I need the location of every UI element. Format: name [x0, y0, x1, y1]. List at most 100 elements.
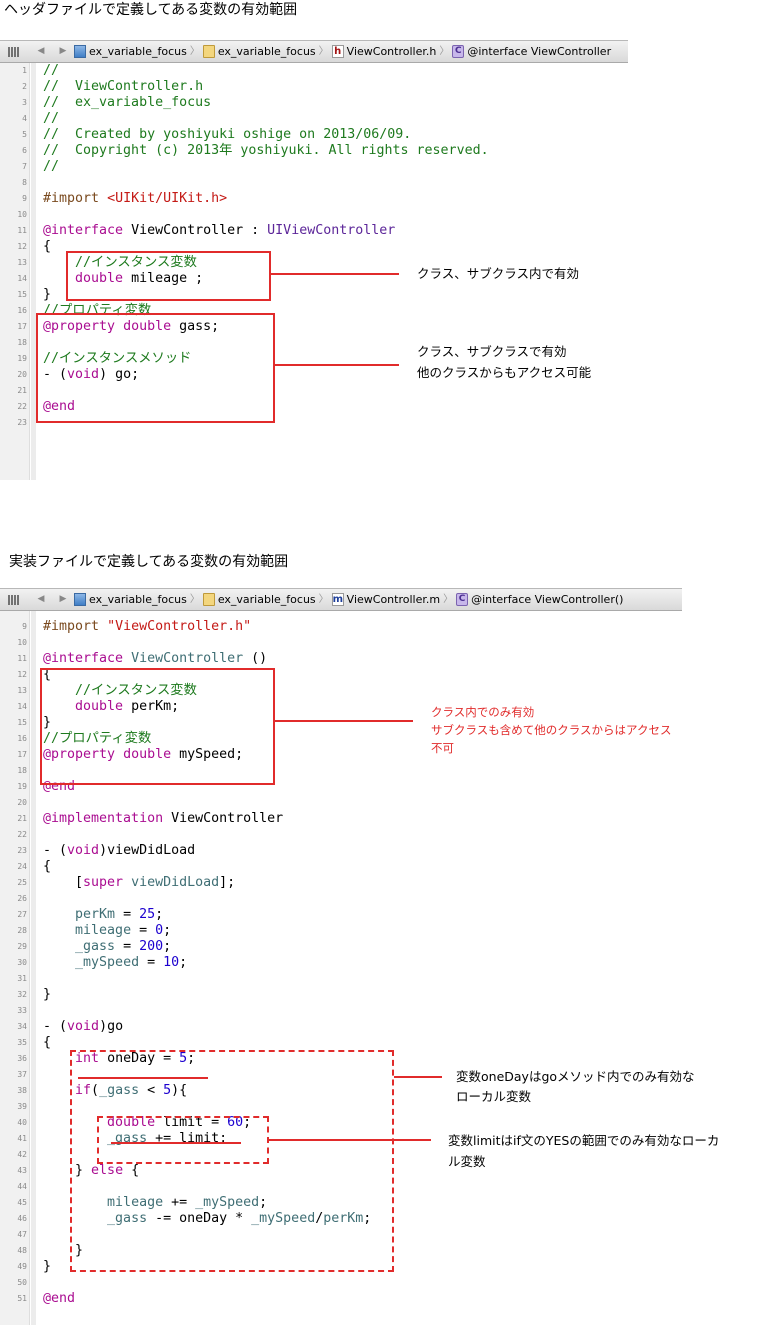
chevron-right-icon: 〉	[189, 46, 200, 57]
crumb-group[interactable]: ex_variable_focus	[218, 589, 316, 610]
line-number: 2	[22, 82, 27, 91]
line-number: 14	[17, 274, 27, 283]
implementation-file-icon: m	[331, 593, 344, 606]
line-number: 10	[17, 638, 27, 647]
line-number: 42	[17, 1150, 27, 1159]
line-number: 40	[17, 1118, 27, 1127]
limit-underline	[111, 1142, 241, 1144]
line-number: 31	[17, 974, 27, 983]
instance-variable-pointer	[271, 273, 399, 275]
line-number: 17	[17, 322, 27, 331]
line-number: 11	[17, 226, 27, 235]
line-number: 17	[17, 750, 27, 759]
crumb-file[interactable]: ViewController.m	[347, 589, 440, 610]
crumb-project[interactable]: ex_variable_focus	[89, 41, 187, 62]
property-box	[36, 313, 275, 423]
line-number: 41	[17, 1134, 27, 1143]
line-number: 9	[22, 194, 27, 203]
crumb-symbol[interactable]: @interface ViewController	[467, 41, 611, 62]
limit-pointer	[269, 1139, 431, 1141]
line-number: 39	[17, 1102, 27, 1111]
oneday-underline	[78, 1077, 208, 1079]
forward-arrow-icon[interactable]: ▶	[52, 41, 74, 62]
line-number: 5	[22, 130, 27, 139]
line-number: 13	[17, 258, 27, 267]
line-number: 23	[17, 846, 27, 855]
crumb-project[interactable]: ex_variable_focus	[89, 589, 187, 610]
project-icon	[74, 593, 86, 606]
instance-variable-box	[66, 251, 271, 301]
section2-heading: 実装ファイルで定義してある変数の有効範囲	[9, 554, 289, 570]
related-items-icon[interactable]	[8, 46, 20, 57]
line-number: 36	[17, 1054, 27, 1063]
line-number: 10	[17, 210, 27, 219]
private-variable-box	[40, 668, 275, 785]
property-pointer	[275, 364, 399, 366]
line-number: 43	[17, 1166, 27, 1175]
line-number-gutter: 1 2 3 4 5 6 7 8 9 10 11 12 13 14 15 16 17 18 19 20 21 22 23	[0, 63, 30, 480]
private-note-line1: クラス内でのみ有効	[431, 705, 535, 719]
forward-arrow-icon[interactable]: ▶	[52, 589, 74, 610]
line-number: 14	[17, 702, 27, 711]
line-number: 20	[17, 798, 27, 807]
line-number: 12	[17, 670, 27, 679]
back-arrow-icon[interactable]: ◀	[30, 589, 52, 610]
oneday-note-line2: ローカル変数	[456, 1089, 532, 1104]
jump-bar-header-file: ◀ ▶ ex_variable_focus 〉 ex_variable_focu…	[0, 40, 628, 63]
line-number: 51	[17, 1294, 27, 1303]
line-number: 12	[17, 242, 27, 251]
line-number: 15	[17, 718, 27, 727]
chevron-right-icon: 〉	[443, 594, 454, 605]
line-number: 22	[17, 830, 27, 839]
line-number: 24	[17, 862, 27, 871]
folder-icon	[202, 45, 215, 58]
line-number: 1	[22, 66, 27, 75]
line-number: 13	[17, 686, 27, 695]
crumb-symbol[interactable]: @interface ViewController()	[471, 589, 623, 610]
line-number: 4	[22, 114, 27, 123]
line-number: 37	[17, 1070, 27, 1079]
if-scope-box	[97, 1116, 269, 1164]
property-note-line2: 他のクラスからもアクセス可能	[417, 365, 592, 380]
line-number: 9	[22, 622, 27, 631]
line-number: 19	[17, 782, 27, 791]
line-number: 18	[17, 766, 27, 775]
line-number: 38	[17, 1086, 27, 1095]
instance-variable-note: クラス、サブクラス内で有効	[417, 266, 580, 281]
line-number: 33	[17, 1006, 27, 1015]
line-number: 21	[17, 814, 27, 823]
chevron-right-icon: 〉	[318, 594, 329, 605]
crumb-file[interactable]: ViewController.h	[347, 41, 437, 62]
line-number: 49	[17, 1262, 27, 1271]
line-number: 50	[17, 1278, 27, 1287]
jump-bar-implementation-file: ◀ ▶ ex_variable_focus 〉 ex_variable_focu…	[0, 588, 682, 611]
crumb-group[interactable]: ex_variable_focus	[218, 41, 316, 62]
oneday-note-line1: 変数oneDayはgoメソッド内でのみ有効な	[456, 1069, 695, 1084]
line-number: 22	[17, 402, 27, 411]
class-icon: C	[452, 45, 465, 58]
line-number: 19	[17, 354, 27, 363]
chevron-right-icon: 〉	[439, 46, 450, 57]
line-number: 45	[17, 1198, 27, 1207]
line-number: 16	[17, 734, 27, 743]
line-number: 7	[22, 162, 27, 171]
line-number: 34	[17, 1022, 27, 1031]
line-number: 16	[17, 306, 27, 315]
private-variable-pointer	[275, 720, 413, 722]
chevron-right-icon: 〉	[318, 46, 329, 57]
line-number: 6	[22, 146, 27, 155]
line-number: 18	[17, 338, 27, 347]
line-number: 25	[17, 878, 27, 887]
line-number: 3	[22, 98, 27, 107]
section1-heading: ヘッダファイルで定義してある変数の有効範囲	[4, 2, 298, 18]
back-arrow-icon[interactable]: ◀	[30, 41, 52, 62]
line-number: 21	[17, 386, 27, 395]
private-note-line2: サブクラスも含めて他のクラスからはアクセス	[431, 723, 672, 737]
folder-icon	[202, 593, 215, 606]
related-items-icon[interactable]	[8, 594, 20, 605]
private-note-line3: 不可	[431, 741, 454, 755]
line-number: 26	[17, 894, 27, 903]
line-number-gutter: 9 10 11 12 13 14 15 16 17 18 19 20 21 22 23 24 25 26 27 28 2…	[0, 611, 30, 1325]
class-icon: C	[456, 593, 469, 606]
line-number: 48	[17, 1246, 27, 1255]
